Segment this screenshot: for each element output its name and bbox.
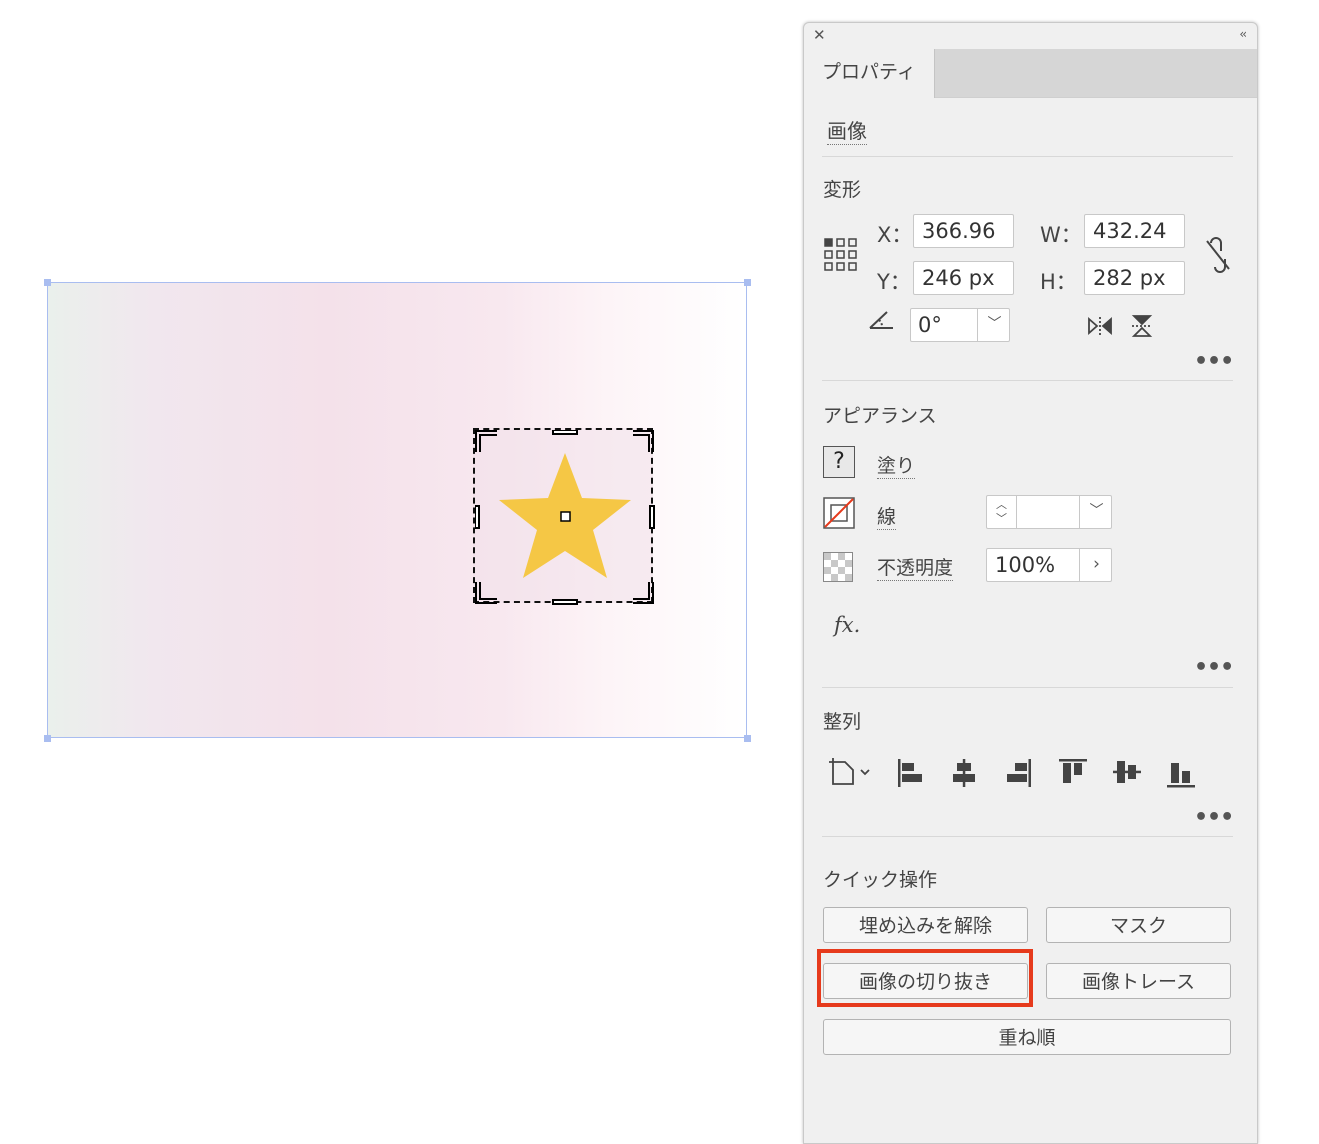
opacity-label[interactable]: 不透明度 bbox=[877, 553, 954, 581]
section-title-quick-actions: クイック操作 bbox=[823, 869, 938, 891]
arrange-button[interactable]: 重ね順 bbox=[823, 1019, 1231, 1055]
constrain-proportions-icon[interactable] bbox=[1203, 237, 1233, 273]
opacity-input[interactable]: 100% › bbox=[986, 548, 1112, 582]
transform-more-icon[interactable]: ••• bbox=[1194, 349, 1234, 374]
rotate-value: 0° bbox=[918, 313, 942, 337]
section-title-align: 整列 bbox=[823, 711, 862, 733]
chevron-down-icon: ﹀ bbox=[1089, 503, 1104, 519]
unembed-button[interactable]: 埋め込みを解除 bbox=[823, 907, 1028, 943]
anchor-top-right[interactable] bbox=[744, 279, 751, 286]
stroke-swatch-icon[interactable] bbox=[823, 497, 855, 529]
collapse-icon[interactable]: ‹‹ bbox=[1239, 27, 1246, 41]
section-title-transform: 変形 bbox=[823, 179, 862, 201]
crop-handles[interactable] bbox=[475, 430, 655, 605]
center-point bbox=[560, 511, 571, 522]
panel-tabbar: プロパティ bbox=[804, 49, 1257, 98]
chevron-down-icon: ﹀ bbox=[987, 316, 1002, 332]
opacity-checker-icon bbox=[823, 552, 853, 582]
chevron-right-icon: › bbox=[1093, 554, 1100, 574]
align-to-icon[interactable] bbox=[827, 756, 873, 788]
stroke-label[interactable]: 線 bbox=[877, 502, 897, 530]
object-type-label[interactable]: 画像 bbox=[827, 115, 867, 145]
anchor-bottom-left[interactable] bbox=[44, 735, 51, 742]
flip-vertical-icon[interactable] bbox=[1130, 313, 1154, 339]
chevron-up-icon: ︿ bbox=[996, 498, 1007, 511]
align-vertical-center-icon[interactable] bbox=[1112, 758, 1142, 786]
stroke-weight-input[interactable]: ︿ ﹀ ﹀ bbox=[986, 495, 1112, 529]
fill-label[interactable]: 塗り bbox=[877, 451, 916, 479]
anchor-bottom-right[interactable] bbox=[744, 735, 751, 742]
fx-icon[interactable]: fx. bbox=[834, 613, 860, 637]
x-input[interactable]: 366.96 bbox=[913, 214, 1014, 248]
fill-swatch[interactable]: ? bbox=[823, 446, 855, 478]
align-bottom-icon[interactable] bbox=[1166, 758, 1196, 788]
mask-button[interactable]: マスク bbox=[1046, 907, 1231, 943]
h-label: H： bbox=[1040, 270, 1077, 294]
rotate-dropdown[interactable]: ﹀ bbox=[977, 309, 1011, 341]
align-left-icon[interactable] bbox=[897, 758, 925, 788]
tab-properties[interactable]: プロパティ bbox=[804, 49, 935, 98]
divider bbox=[822, 687, 1233, 688]
crop-selection-box[interactable] bbox=[473, 428, 655, 605]
opacity-value: 100% bbox=[995, 553, 1056, 577]
stroke-dropdown[interactable]: ﹀ bbox=[1079, 496, 1113, 528]
stroke-stepper[interactable]: ︿ ﹀ bbox=[987, 496, 1017, 528]
rotate-angle-icon bbox=[869, 311, 893, 329]
reference-point-icon[interactable] bbox=[823, 237, 859, 273]
align-horizontal-center-icon[interactable] bbox=[950, 758, 978, 788]
rotate-input[interactable]: 0° ﹀ bbox=[910, 308, 1010, 342]
x-label: X： bbox=[877, 223, 913, 247]
y-label: Y： bbox=[877, 270, 911, 294]
section-title-appearance: アピアランス bbox=[823, 405, 937, 427]
w-label: W： bbox=[1040, 223, 1082, 247]
anchor-top-left[interactable] bbox=[44, 279, 51, 286]
flip-horizontal-icon[interactable] bbox=[1086, 315, 1114, 337]
opacity-slider-button[interactable]: › bbox=[1079, 549, 1113, 581]
divider bbox=[822, 380, 1233, 381]
w-input[interactable]: 432.24 bbox=[1084, 214, 1185, 248]
chevron-down-icon: ﹀ bbox=[996, 512, 1007, 525]
y-input[interactable]: 246 px bbox=[913, 261, 1014, 295]
align-top-icon[interactable] bbox=[1058, 758, 1088, 786]
align-more-icon[interactable]: ••• bbox=[1194, 805, 1234, 830]
appearance-more-icon[interactable]: ••• bbox=[1194, 655, 1234, 680]
image-trace-button[interactable]: 画像トレース bbox=[1046, 963, 1231, 999]
divider bbox=[822, 156, 1233, 157]
align-right-icon[interactable] bbox=[1004, 758, 1032, 788]
panel-title-bar: ✕ ‹‹ bbox=[804, 23, 1257, 49]
crop-button-highlight bbox=[817, 949, 1033, 1007]
close-icon[interactable]: ✕ bbox=[813, 26, 826, 44]
divider bbox=[822, 836, 1233, 837]
h-input[interactable]: 282 px bbox=[1084, 261, 1185, 295]
